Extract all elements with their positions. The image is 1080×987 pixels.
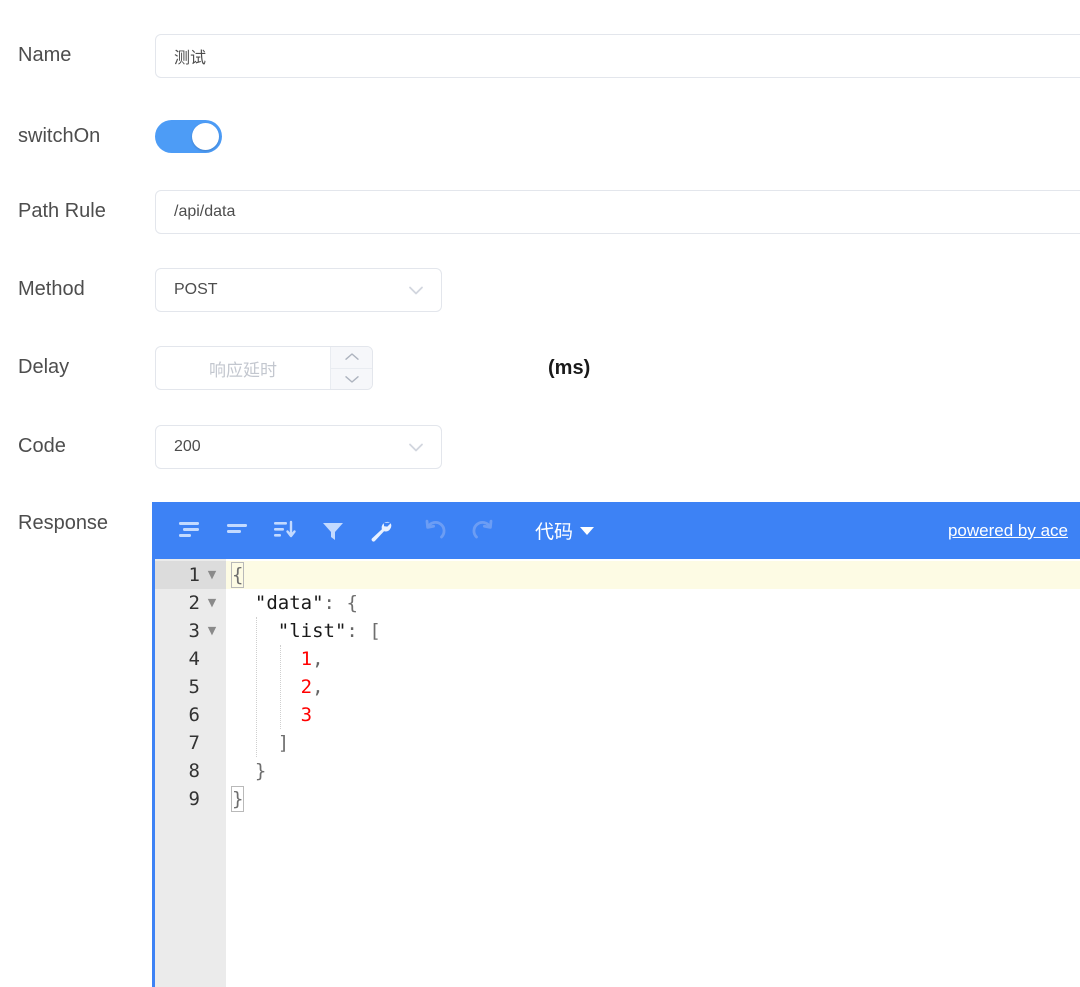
toggle-knob [192, 123, 219, 150]
powered-by-ace-link[interactable]: powered by ace [948, 521, 1068, 541]
editor-mode-label: 代码 [535, 522, 574, 543]
editor-toolbar: 代码 powered by ace [155, 502, 1080, 559]
json-bracket-token: } [230, 786, 245, 812]
json-punct-token: : [323, 592, 335, 614]
indent-guide [280, 645, 281, 729]
json-bracket-token: [ [369, 620, 381, 642]
json-number-token: 3 [300, 704, 313, 726]
method-select-value: POST [174, 281, 218, 298]
editor-code-line[interactable]: } [226, 785, 1080, 813]
gutter-line-number: 3 [188, 620, 200, 642]
compact-icon[interactable] [213, 511, 261, 551]
redo-icon[interactable] [459, 511, 507, 551]
delay-stepper[interactable]: 响应延时 [155, 346, 373, 390]
editor-code-line[interactable]: 1, [226, 645, 1080, 673]
gutter-line-number: 6 [188, 704, 200, 726]
editor-code-line[interactable]: 2, [226, 673, 1080, 701]
stepper-down-icon[interactable] [331, 367, 372, 390]
format-indent-icon[interactable] [165, 511, 213, 551]
chevron-down-icon [580, 526, 595, 535]
json-punct-token: : [346, 620, 358, 642]
delay-input[interactable]: 响应延时 [156, 347, 330, 389]
code-select-value: 200 [174, 438, 201, 455]
field-label-name: Name [18, 44, 72, 66]
editor-code-line[interactable]: ] [226, 729, 1080, 757]
switchon-wrapper [155, 120, 222, 153]
gutter-line[interactable]: 5▼ [155, 673, 226, 701]
json-bracket-token: } [254, 760, 267, 782]
indent-guide [256, 617, 257, 757]
editor-gutter[interactable]: 1▼2▼3▼4▼5▼6▼7▼8▼9▼ [155, 559, 226, 987]
gutter-line[interactable]: 8▼ [155, 757, 226, 785]
json-number-token: 1 [300, 648, 313, 670]
gutter-line[interactable]: 3 ▼ [155, 617, 226, 645]
undo-icon[interactable] [411, 511, 459, 551]
gutter-line-number: 4 [188, 648, 200, 670]
fold-toggle-icon[interactable]: ▼ [204, 617, 220, 645]
editor-code-line[interactable]: "list": [ [226, 617, 1080, 645]
json-punct-token: , [312, 676, 324, 698]
response-json-editor: 代码 powered by ace 1▼2▼3▼4▼5▼6▼7▼8▼9▼ { "… [152, 502, 1080, 987]
code-select[interactable]: 200 [155, 425, 442, 469]
editor-code-line[interactable]: 3 [226, 701, 1080, 729]
editor-code-line[interactable]: "data": { [226, 589, 1080, 617]
field-label-path-rule: Path Rule [18, 200, 106, 222]
field-label-code: Code [18, 435, 66, 457]
chevron-down-icon [405, 436, 427, 458]
switchon-toggle[interactable] [155, 120, 222, 153]
json-string-token: "list" [277, 620, 347, 642]
editor-code-area[interactable]: { "data": { "list": [ 1, 2, 3 ] }} [226, 559, 1080, 987]
gutter-line-number: 5 [188, 676, 200, 698]
fold-toggle-icon[interactable]: ▼ [204, 561, 220, 589]
field-label-delay: Delay [18, 356, 70, 378]
delay-wrapper: 响应延时 (ms) [155, 346, 590, 390]
name-input[interactable]: 测试 [155, 34, 1080, 78]
editor-code-line[interactable]: } [226, 757, 1080, 785]
field-label-response: Response [18, 512, 109, 534]
gutter-line-number: 9 [188, 788, 200, 810]
gutter-line-number: 1 [188, 564, 200, 586]
mock-rule-form: Name 测试 switchOn Path Rule /api/data Met… [0, 0, 1080, 987]
gutter-line[interactable]: 9▼ [155, 785, 226, 813]
gutter-line[interactable]: 6▼ [155, 701, 226, 729]
sort-icon[interactable] [261, 511, 309, 551]
method-select-wrapper: POST [155, 268, 442, 312]
name-input-wrapper: 测试 [155, 34, 1080, 78]
wrench-repair-icon[interactable] [357, 511, 405, 551]
method-select[interactable]: POST [155, 268, 442, 312]
json-bracket-token: { [346, 592, 358, 614]
gutter-line-number: 7 [188, 732, 200, 754]
editor-body[interactable]: 1▼2▼3▼4▼5▼6▼7▼8▼9▼ { "data": { "list": [… [155, 559, 1080, 987]
json-string-token: "data" [254, 592, 324, 614]
gutter-line[interactable]: 4▼ [155, 645, 226, 673]
json-number-token: 2 [300, 676, 313, 698]
filter-icon[interactable] [309, 511, 357, 551]
chevron-down-icon [405, 279, 427, 301]
json-punct-token: , [312, 648, 324, 670]
path-rule-input-wrapper: /api/data [155, 190, 1080, 234]
json-bracket-token: ] [277, 732, 290, 754]
gutter-line[interactable]: 2 ▼ [155, 589, 226, 617]
editor-mode-dropdown[interactable]: 代码 [535, 517, 595, 544]
delay-unit-label: (ms) [548, 357, 591, 379]
json-bracket-token: { [230, 562, 245, 588]
stepper-up-icon[interactable] [331, 347, 372, 368]
gutter-line-number: 8 [188, 760, 200, 782]
gutter-line[interactable]: 7▼ [155, 729, 226, 757]
gutter-line-number: 2 [188, 592, 200, 614]
field-label-method: Method [18, 278, 85, 300]
path-rule-input[interactable]: /api/data [155, 190, 1080, 234]
gutter-line[interactable]: 1 ▼ [155, 561, 226, 589]
code-select-wrapper: 200 [155, 425, 442, 469]
delay-stepper-buttons [330, 347, 372, 389]
field-label-switchon: switchOn [18, 125, 101, 147]
fold-toggle-icon[interactable]: ▼ [204, 589, 220, 617]
editor-code-line[interactable]: { [226, 561, 1080, 589]
